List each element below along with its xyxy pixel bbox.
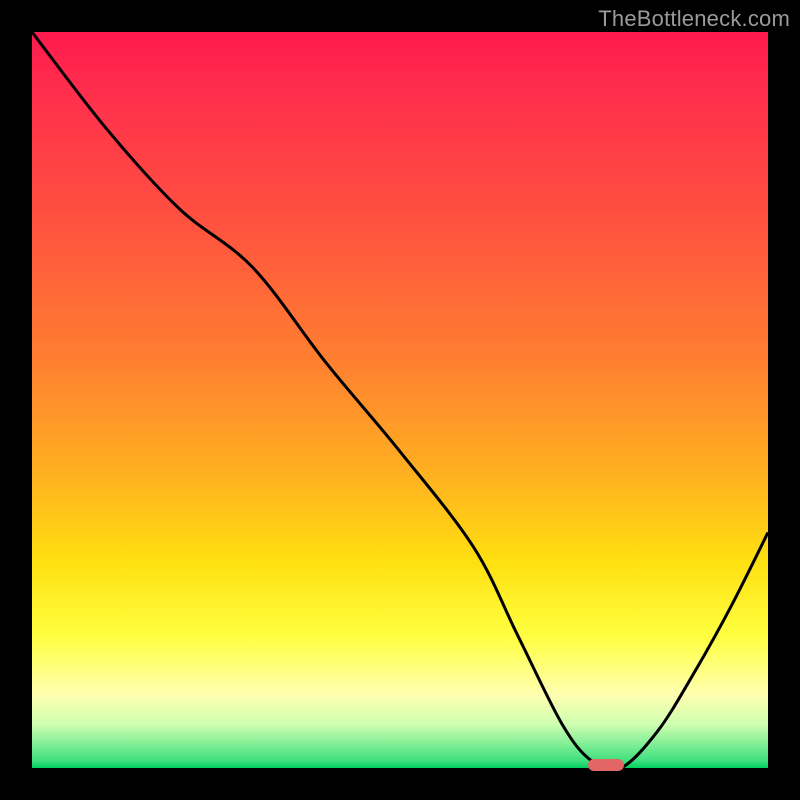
watermark-text: TheBottleneck.com <box>598 6 790 32</box>
chart-frame: TheBottleneck.com <box>0 0 800 800</box>
optimal-marker <box>588 759 624 771</box>
bottleneck-curve <box>32 32 768 768</box>
plot-area <box>32 32 768 768</box>
